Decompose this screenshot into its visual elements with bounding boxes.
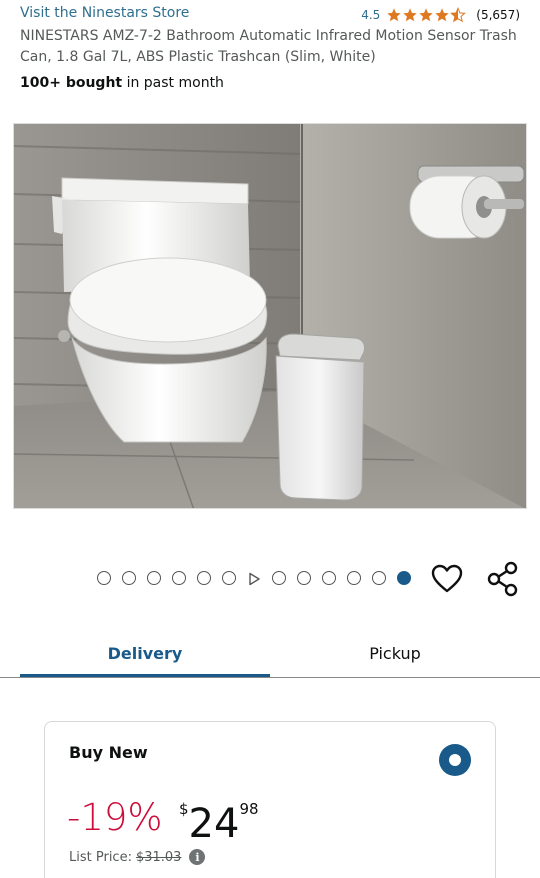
bought-count-rest: in past month bbox=[122, 75, 224, 91]
gallery-dot[interactable] bbox=[297, 571, 311, 585]
heart-icon bbox=[431, 564, 463, 593]
rating-value: 4.5 bbox=[361, 8, 381, 22]
gallery-dot[interactable] bbox=[122, 571, 136, 585]
rating-stars bbox=[386, 7, 467, 23]
star-icon bbox=[387, 8, 401, 22]
gallery-dot[interactable] bbox=[272, 571, 286, 585]
store-link[interactable]: Visit the Ninestars Store bbox=[20, 5, 189, 21]
gallery-dot[interactable] bbox=[172, 571, 186, 585]
info-icon[interactable]: i bbox=[189, 849, 206, 865]
fulfillment-tabs: Delivery Pickup bbox=[20, 628, 520, 678]
rating-summary[interactable]: 4.5 (5,657) bbox=[361, 7, 520, 23]
gallery-dot[interactable] bbox=[97, 571, 111, 585]
buy-new-card[interactable]: Buy New -19% $ 24 98 List Price: $31.03 … bbox=[44, 721, 496, 878]
gallery-dot[interactable] bbox=[397, 571, 411, 585]
share-icon bbox=[487, 561, 518, 597]
buy-new-label: Buy New bbox=[69, 743, 148, 762]
star-icon bbox=[419, 8, 433, 22]
share-button[interactable] bbox=[486, 561, 520, 597]
gallery-dot[interactable] bbox=[372, 571, 386, 585]
half-star-icon bbox=[450, 7, 467, 23]
list-price-label: List Price: bbox=[69, 849, 132, 865]
product-image[interactable] bbox=[13, 123, 527, 509]
price-fraction: 98 bbox=[239, 800, 259, 818]
gallery-dots[interactable] bbox=[97, 571, 411, 586]
gallery-dot[interactable] bbox=[222, 571, 236, 585]
gallery-dot[interactable] bbox=[347, 571, 361, 585]
discount-percent: -19% bbox=[67, 796, 163, 839]
radio-selected-dot bbox=[449, 754, 461, 766]
bought-count-bold: 100+ bought bbox=[20, 75, 123, 91]
tab-pickup[interactable]: Pickup bbox=[270, 628, 520, 678]
product-title: NINESTARS AMZ-7-2 Bathroom Automatic Inf… bbox=[20, 28, 517, 65]
bought-count: 100+ bought in past month bbox=[20, 75, 224, 91]
gallery-dot[interactable] bbox=[147, 571, 161, 585]
buy-new-radio[interactable] bbox=[439, 744, 471, 776]
star-icon bbox=[435, 8, 449, 22]
tabs-divider bbox=[0, 677, 540, 678]
wishlist-button[interactable] bbox=[430, 563, 464, 595]
price-currency: $ bbox=[179, 800, 189, 818]
gallery-dot[interactable] bbox=[197, 571, 211, 585]
tab-delivery[interactable]: Delivery bbox=[20, 628, 270, 678]
price-whole: 24 bbox=[188, 801, 240, 847]
star-icon bbox=[403, 8, 417, 22]
bathroom-photo-illustration bbox=[14, 124, 526, 508]
rating-count: (5,657) bbox=[476, 8, 520, 22]
video-play-icon[interactable] bbox=[247, 571, 261, 586]
list-price-value: $31.03 bbox=[135, 849, 182, 865]
gallery-dot[interactable] bbox=[322, 571, 336, 585]
price: $ 24 98 bbox=[179, 796, 259, 846]
list-price: List Price: $31.03 i bbox=[69, 849, 206, 865]
